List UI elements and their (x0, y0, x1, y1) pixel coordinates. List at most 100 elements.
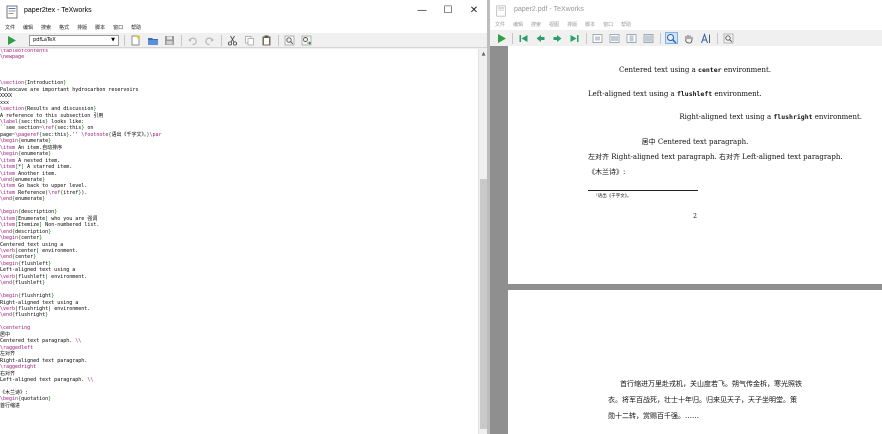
replace-button[interactable] (300, 34, 313, 46)
code-line: \begin{enumerate} (0, 138, 52, 145)
menu-search[interactable]: 搜索 (41, 24, 51, 31)
code-line: \section{Introduction} (0, 80, 67, 87)
code-line: \newpage (0, 54, 25, 61)
open-file-button[interactable] (146, 34, 159, 46)
close-button[interactable]: ✕ (461, 0, 487, 21)
menu-search[interactable]: 搜索 (531, 21, 541, 28)
fit-page-button[interactable] (625, 32, 638, 44)
source-editor[interactable]: \tableofcontents \newpage \section{Introdu… (0, 49, 478, 434)
pdf-quotation-line: 首行缩进万里赴戎机，关山度若飞。朔气传金柝，寒光照铁 (620, 380, 802, 388)
find-button[interactable] (283, 34, 296, 46)
prev-page-icon (536, 34, 545, 42)
next-page-button[interactable] (551, 32, 564, 44)
new-file-button[interactable] (129, 34, 142, 46)
close-icon: ✕ (469, 5, 479, 16)
find-button[interactable] (722, 32, 735, 44)
actual-size-button[interactable] (591, 32, 604, 44)
code-line: Right-aligned text paragraph. (0, 357, 88, 364)
pdf-text: Centered text using a (618, 66, 699, 74)
pdf-footnote: ¹语出《千字文》。 (596, 194, 632, 199)
menu-window[interactable]: 窗口 (113, 24, 123, 31)
typeset-button[interactable] (5, 34, 17, 46)
code-line: \begin{enumerate} (0, 151, 52, 158)
code-line: \verb|center| environment. (0, 247, 79, 254)
menu-scripts[interactable]: 脚本 (95, 24, 105, 31)
code-line: ``see section~\ref{sec:this} on (0, 125, 94, 132)
code-line: Right-aligned text using a (0, 299, 79, 306)
viewer-toolbar (490, 30, 882, 46)
menu-format[interactable]: 格式 (59, 24, 69, 31)
magnify-button[interactable] (665, 32, 678, 44)
menu-typeset[interactable]: 排版 (77, 24, 87, 31)
scrollbar-thumb[interactable] (480, 179, 487, 429)
menu-edit[interactable]: 编辑 (513, 21, 523, 28)
fit-window-button[interactable] (642, 32, 655, 44)
pdf-view[interactable]: Centered text using a center environment… (490, 46, 882, 434)
save-button[interactable] (163, 34, 176, 46)
undo-icon (188, 37, 197, 45)
code-line: \raggedright (0, 364, 37, 371)
code-line: \label{sec:this} looks like: (0, 118, 85, 125)
typeset-button[interactable] (495, 32, 507, 44)
code-line: \begin{center} (0, 235, 43, 242)
new-file-icon (131, 34, 141, 45)
prev-page-button[interactable] (534, 32, 547, 44)
fit-page-icon (626, 33, 637, 43)
menu-help[interactable]: 帮助 (621, 21, 631, 28)
fit-width-icon (609, 33, 620, 43)
pdf-aligned-paragraph: 左对齐 Right-aligned text paragraph. 右对齐 Le… (588, 153, 843, 161)
viewer-titlebar[interactable]: paper2.pdf - TeXworks (490, 0, 882, 18)
pdf-flushright-line: Right-aligned text using a flushright en… (679, 113, 862, 121)
run-icon (497, 33, 506, 43)
hand-icon (685, 34, 693, 43)
first-page-button[interactable] (517, 32, 530, 44)
code-line: \item[Enumerate] who you are 强调 (0, 215, 98, 222)
save-icon (165, 35, 174, 45)
toolbar-separator (278, 34, 279, 46)
undo-button[interactable] (186, 34, 199, 46)
pdf-text: Right-aligned text using a (679, 113, 774, 121)
code-line: \section{Results and discussion} (0, 106, 97, 113)
menu-help[interactable]: 帮助 (131, 24, 141, 31)
actual-size-icon (592, 33, 603, 43)
pdf-verbatim: center (698, 66, 722, 74)
copy-icon (245, 35, 254, 45)
menu-edit[interactable]: 编辑 (23, 24, 33, 31)
text-select-button[interactable] (699, 32, 712, 44)
minimize-button[interactable]: — (409, 0, 435, 21)
editor-titlebar[interactable]: paper2tex - TeXworks — ☐ ✕ (0, 0, 487, 21)
fit-width-button[interactable] (608, 32, 621, 44)
hand-tool-button[interactable] (682, 32, 695, 44)
code-line: Paleocave are important hydrocarbon rese… (0, 86, 139, 93)
menu-view[interactable]: 视图 (549, 21, 559, 28)
code-line: 右对齐 (0, 370, 16, 377)
menu-scripts[interactable]: 脚本 (585, 21, 595, 28)
cut-icon (227, 35, 238, 46)
editor-toolbar: pdfLaTeX ▼ (0, 33, 487, 48)
pdf-flushleft-line: Left-aligned text using a flushleft envi… (588, 90, 762, 98)
code-line: \centering (0, 325, 31, 332)
toolbar-separator (181, 34, 182, 46)
copy-button[interactable] (243, 34, 256, 46)
menu-file[interactable]: 文件 (5, 24, 15, 31)
toolbar-separator (717, 32, 718, 44)
last-page-icon (570, 34, 579, 42)
menu-window[interactable]: 窗口 (603, 21, 613, 28)
menu-typeset[interactable]: 排版 (567, 21, 577, 28)
engine-select[interactable]: pdfLaTeX ▼ (29, 34, 119, 46)
editor-window-title: paper2tex - TeXworks (24, 7, 92, 14)
chevron-down-icon: ▼ (111, 37, 115, 43)
code-line: Left-aligned text using a (0, 267, 76, 274)
editor-scrollbar[interactable]: ▲ (478, 49, 487, 434)
code-line: Centered text using a (0, 241, 64, 248)
paste-button[interactable] (260, 34, 273, 46)
redo-button[interactable] (203, 34, 216, 46)
code-line: \verb|flushleft| environment. (0, 273, 88, 280)
cut-button[interactable] (226, 34, 239, 46)
maximize-icon: ☐ (443, 5, 453, 16)
menu-file[interactable]: 文件 (495, 21, 505, 28)
maximize-button[interactable]: ☐ (435, 0, 461, 21)
pdf-page-2: 首行缩进万里赴戎机，关山度若飞。朔气传金柝，寒光照铁 衣。将军百战死，壮士十年归… (508, 290, 882, 434)
last-page-button[interactable] (568, 32, 581, 44)
scroll-up-icon[interactable]: ▲ (479, 49, 487, 58)
